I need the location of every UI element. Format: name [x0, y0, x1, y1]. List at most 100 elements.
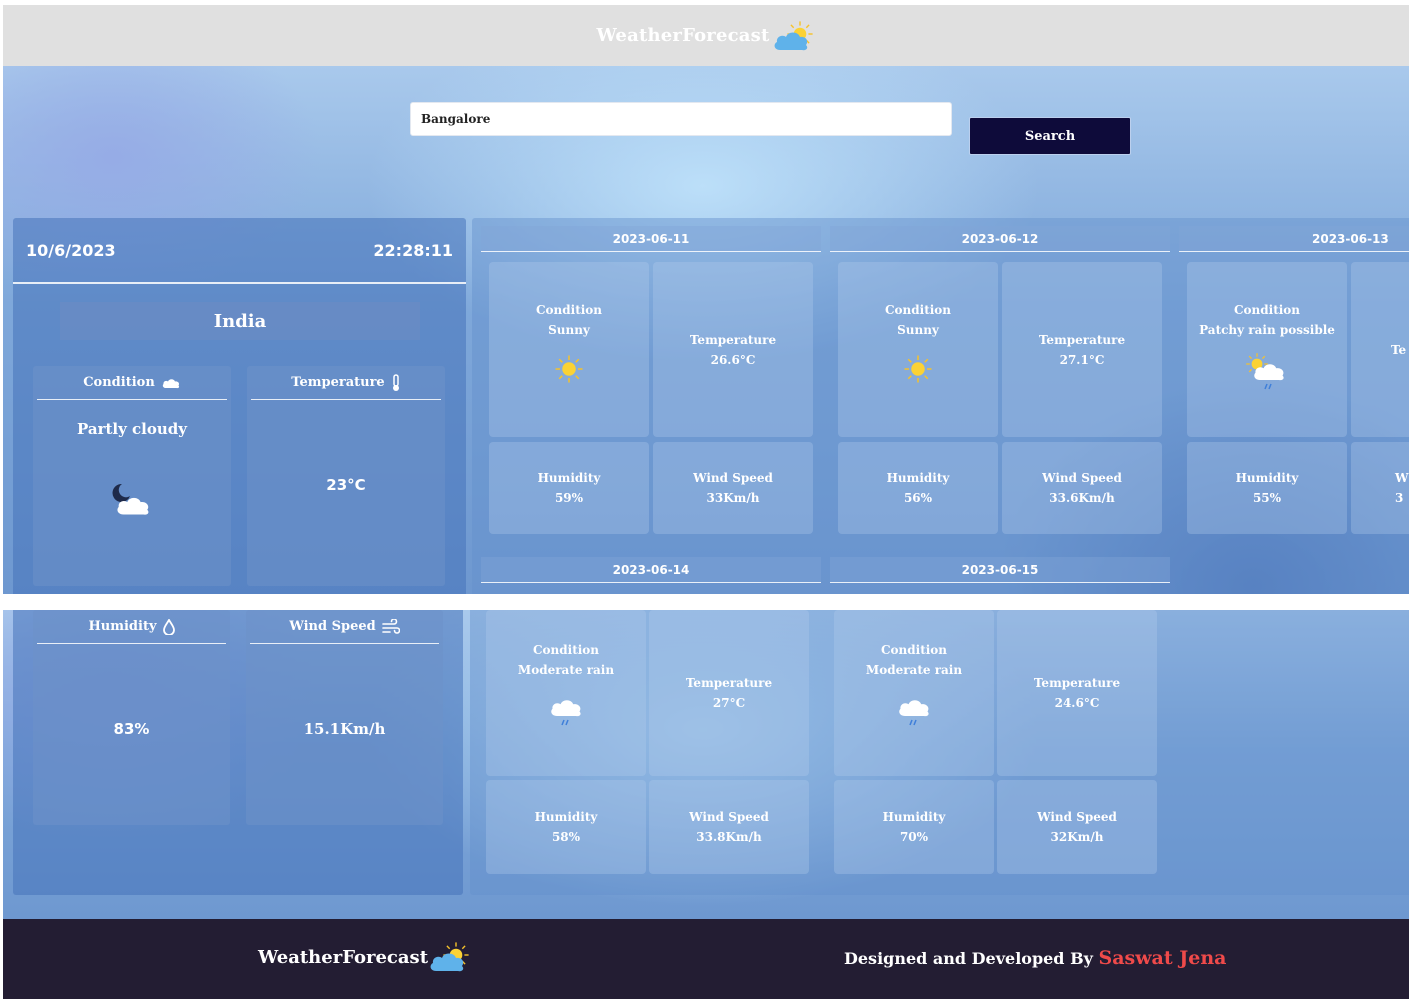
humidity-value: 56% [903, 491, 933, 505]
temperature-label: Temperature [1033, 676, 1121, 690]
condition-label: Condition [535, 303, 603, 317]
forecast-day-4-wind: Wind Speed 33.8Km/h [649, 780, 809, 874]
wind-label: Wind Speed [693, 471, 773, 485]
app-header: WeatherForecast [3, 5, 1409, 66]
humidity-value: 55% [1252, 491, 1282, 505]
search-input[interactable] [410, 102, 952, 136]
footer-brand[interactable]: WeatherForecast [258, 941, 472, 973]
humidity-label: Humidity [886, 471, 950, 485]
forecast-day-2-humidity: Humidity 56% [838, 442, 998, 534]
temperature-label: Temperature [689, 332, 777, 347]
footer-brand-label: WeatherForecast [258, 946, 429, 968]
condition-label: Condition [83, 375, 155, 390]
wind-label: Wind Speed [1042, 471, 1122, 485]
forecast-day-2-date: 2023-06-12 [830, 226, 1170, 252]
condition-card: Condition Partly cloudy [33, 366, 231, 586]
rain-cloud-icon [899, 700, 929, 726]
condition-card-header: Condition [37, 366, 227, 400]
temperature-card: Temperature 23°C [247, 366, 445, 586]
condition-card-body: Partly cloudy [33, 400, 231, 580]
humidity-value: 83% [113, 720, 150, 738]
temperature-card-header: Temperature [251, 366, 441, 400]
temperature-value: 23°C [326, 476, 366, 494]
temperature-card-body: 23°C [247, 400, 445, 570]
humidity-card-header: Humidity [37, 610, 226, 644]
humidity-card: Humidity 83% [33, 610, 230, 825]
temperature-label: Te [1391, 342, 1407, 357]
humidity-value: 59% [554, 491, 584, 505]
main-section-bottom: Humidity 83% Wind Speed 15.1Km/h Conditi… [3, 610, 1409, 919]
humidity-label: Humidity [534, 810, 598, 824]
condition-value: Moderate rain [517, 663, 615, 677]
brand-label: WeatherForecast [596, 25, 770, 46]
wind-card-header: Wind Speed [250, 610, 439, 644]
forecast-day-5-wind: Wind Speed 32Km/h [997, 780, 1157, 874]
droplet-icon [162, 618, 175, 635]
wind-icon [381, 618, 400, 634]
humidity-label: Humidity [1235, 471, 1299, 485]
humidity-value: 58% [551, 830, 581, 844]
humidity-card-body: 83% [33, 644, 230, 814]
temperature-label: Temperature [291, 375, 385, 390]
main-section-top: Search 10/6/2023 22:28:11 India Conditio… [3, 66, 1409, 594]
temperature-value: 27°C [712, 696, 746, 710]
forecast-day-1-temperature: Temperature 26.6°C [653, 262, 813, 437]
condition-label: Condition [884, 303, 952, 317]
date-time-row: 10/6/2023 22:28:11 [13, 218, 466, 284]
country-name: India [60, 302, 420, 340]
sun-icon [554, 354, 584, 384]
current-date: 10/6/2023 [26, 240, 116, 260]
forecast-day-5-humidity: Humidity 70% [834, 780, 994, 874]
wind-label: Wind Speed [1037, 810, 1117, 824]
condition-label: Condition [532, 643, 600, 657]
search-button[interactable]: Search [969, 117, 1131, 155]
header-brand[interactable]: WeatherForecast [596, 20, 815, 52]
wind-label: W [1395, 471, 1409, 485]
moon-cloud-icon [112, 483, 149, 515]
wind-value: 32Km/h [1050, 830, 1104, 844]
sun-icon [903, 354, 933, 384]
wind-card: Wind Speed 15.1Km/h [246, 610, 443, 825]
developer-credit: Designed and Developed By Saswat Jena [844, 947, 1226, 969]
wind-card-body: 15.1Km/h [246, 644, 443, 814]
sun-cloud-icon [774, 20, 813, 50]
current-time: 22:28:11 [373, 240, 453, 260]
forecast-day-4-humidity: Humidity 58% [486, 780, 646, 874]
forecast-day-3-date: 2023-06-13 [1179, 226, 1409, 252]
humidity-label: Humidity [88, 619, 157, 634]
credit-prefix: Designed and Developed By [844, 949, 1093, 968]
app-footer: WeatherForecast Designed and Developed B… [3, 919, 1409, 999]
forecast-day-2-wind: Wind Speed 33.6Km/h [1002, 442, 1162, 534]
temperature-label: Temperature [1038, 332, 1126, 347]
forecast-day-1-wind: Wind Speed 33Km/h [653, 442, 813, 534]
wind-value: 33Km/h [706, 491, 760, 505]
condition-value: Moderate rain [865, 663, 963, 677]
condition-value: Sunny [548, 323, 590, 337]
forecast-day-4-date: 2023-06-14 [481, 557, 821, 583]
thermometer-icon [392, 373, 399, 391]
wind-value: 33.8Km/h [696, 830, 762, 844]
author-name[interactable]: Saswat Jena [1098, 947, 1226, 969]
wind-value: 33.6Km/h [1049, 491, 1115, 505]
condition-value: Sunny [897, 323, 939, 337]
forecast-day-3-condition: Condition Patchy rain possible [1187, 262, 1347, 437]
wind-label: Wind Speed [689, 810, 769, 824]
humidity-label: Humidity [882, 810, 946, 824]
humidity-label: Humidity [537, 471, 601, 485]
wind-value: 15.1Km/h [303, 720, 386, 738]
forecast-day-3-temperature: Te [1351, 262, 1409, 437]
sun-cloud-icon [430, 941, 470, 972]
forecast-day-1-humidity: Humidity 59% [489, 442, 649, 534]
cloud-icon [161, 376, 181, 390]
forecast-day-5-date: 2023-06-15 [830, 557, 1170, 583]
condition-label: Condition [1233, 303, 1301, 317]
sun-rain-cloud-icon [1245, 352, 1284, 390]
forecast-day-2-temperature: Temperature 27.1°C [1002, 262, 1162, 437]
temperature-value: 27.1°C [1059, 352, 1105, 367]
temperature-label: Temperature [685, 676, 773, 690]
forecast-day-4-temperature: Temperature 27°C [649, 610, 809, 776]
forecast-day-1-date: 2023-06-11 [481, 226, 821, 252]
forecast-day-4-condition: Condition Moderate rain [486, 610, 646, 776]
forecast-day-3-humidity: Humidity 55% [1187, 442, 1347, 534]
forecast-day-1-condition: Condition Sunny [489, 262, 649, 437]
